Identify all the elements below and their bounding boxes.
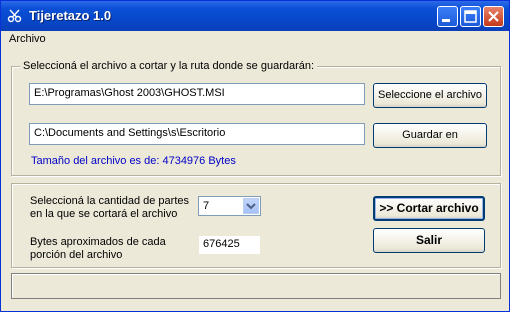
status-bar [11,273,501,299]
approx-label-line1: Bytes aproximados de cada [30,236,166,248]
parts-label-line1: Seleccioná la cantidad de partes [30,195,189,207]
file-group-legend: Seleccioná el archivo a cortar y la ruta… [20,60,318,72]
app-window: Tijeretazo 1.0 Archivo Seleccioná el arc… [0,0,510,312]
parts-label-line2: en la que se cortará el archivo [30,208,178,220]
minimize-icon [442,19,450,22]
exit-button[interactable]: Salir [373,228,485,253]
save-in-button[interactable]: Guardar en [373,123,487,148]
close-icon [488,11,499,22]
maximize-button[interactable] [460,6,481,27]
close-button[interactable] [483,6,504,27]
maximize-icon [464,10,477,23]
approx-bytes-field: 676425 [198,235,261,255]
chevron-down-icon [246,203,256,210]
destination-path-field[interactable]: C:\Documents and Settings\s\Escritorio [29,123,365,145]
cut-file-button[interactable]: >> Cortar archivo [373,196,485,221]
title-bar[interactable]: Tijeretazo 1.0 [1,1,509,31]
parts-value: 7 [203,200,210,212]
window-title: Tijeretazo 1.0 [29,8,112,23]
source-path-field[interactable]: E:\Programas\Ghost 2003\GHOST.MSI [29,83,365,105]
minimize-button[interactable] [437,6,458,27]
approx-label-line2: porción del archivo [30,249,123,261]
scissors-icon [7,9,22,23]
parts-dropdown[interactable]: 7 [198,196,261,216]
dropdown-button[interactable] [243,198,259,214]
file-size-text: Tamaño del archivo es de: 4734976 Bytes [31,155,236,167]
split-options-group: Seleccioná la cantidad de partes en la q… [11,183,501,268]
menu-bar: Archivo [1,31,509,49]
menu-archivo[interactable]: Archivo [9,33,46,45]
select-file-button[interactable]: Seleccione el archivo [373,83,487,108]
file-selection-group: Seleccioná el archivo a cortar y la ruta… [11,60,501,176]
